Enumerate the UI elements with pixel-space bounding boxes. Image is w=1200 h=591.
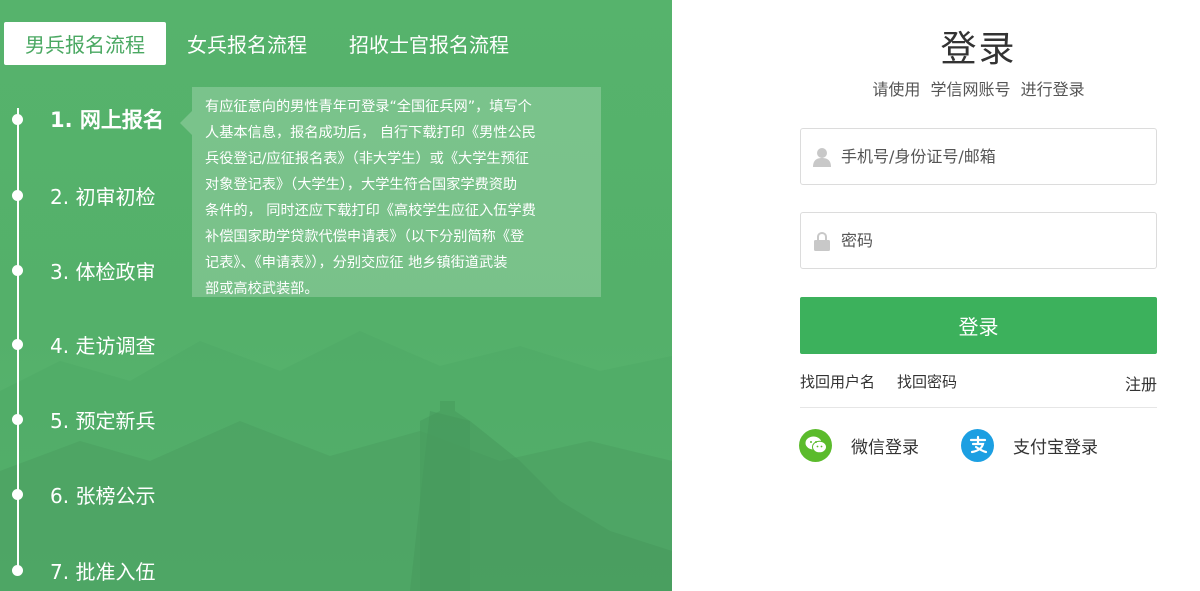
wechat-icon bbox=[799, 428, 832, 462]
tooltip-line: 有应征意向的男性青年可登录“全国征兵网”，填写个 bbox=[205, 99, 532, 115]
tooltip-line: 对象登记表》（大学生），大学生符合国家学费资助 bbox=[205, 177, 518, 193]
lock-icon bbox=[813, 230, 831, 252]
process-tabs: 男兵报名流程 女兵报名流程 招收士官报名流程 bbox=[4, 22, 530, 65]
login-subtitle: 请使用 学信网账号 进行登录 bbox=[872, 80, 1085, 99]
password-input[interactable] bbox=[841, 231, 1141, 250]
tooltip-line: 兵役登记/应征报名表》（非大学生）或《大学生预征 bbox=[205, 151, 529, 167]
step-label: 2. 初审初检 bbox=[50, 184, 156, 209]
user-icon bbox=[813, 146, 831, 168]
register-link[interactable]: 注册 bbox=[1125, 371, 1157, 395]
step-dot bbox=[12, 565, 23, 576]
step-label: 5. 预定新兵 bbox=[50, 408, 156, 433]
tooltip-line: 部或高校武装部。 bbox=[205, 281, 319, 297]
divider bbox=[800, 407, 1157, 408]
tooltip-line: 补偿国家助学贷款代偿申请表》（以下分别简称《登 bbox=[205, 229, 525, 245]
process-panel: 男兵报名流程 女兵报名流程 招收士官报名流程 1. 网上报名 2. 初审初检 3… bbox=[0, 0, 672, 591]
tab-female-process[interactable]: 女兵报名流程 bbox=[166, 22, 328, 65]
step-dot bbox=[12, 489, 23, 500]
step-dot bbox=[12, 265, 23, 276]
login-title: 登录 bbox=[940, 29, 1017, 70]
alipay-login-label: 支付宝登录 bbox=[1013, 437, 1098, 458]
step-dot bbox=[12, 114, 23, 125]
step-label: 3. 体检政审 bbox=[50, 259, 156, 284]
tooltip-line: 记表》、《申请表》），分别交应征 地乡镇街道武装 bbox=[205, 255, 508, 271]
find-password-link[interactable]: 找回密码 bbox=[897, 371, 957, 392]
step-dot bbox=[12, 414, 23, 425]
step-description-tooltip: 有应征意向的男性青年可登录“全国征兵网”，填写个 人基本信息，报名成功后， 自行… bbox=[180, 87, 601, 297]
username-input[interactable] bbox=[841, 147, 1141, 166]
wechat-login-button[interactable]: 微信登录 bbox=[799, 428, 919, 462]
tooltip-line: 人基本信息，报名成功后， 自行下载打印《男性公民 bbox=[205, 125, 536, 141]
step-label: 7. 批准入伍 bbox=[50, 559, 156, 584]
login-button[interactable]: 登录 bbox=[800, 297, 1157, 354]
step-label: 4. 走访调查 bbox=[50, 333, 156, 358]
tooltip-line: 条件的， 同时还应下载打印《高校学生应征入伍学费 bbox=[205, 203, 536, 219]
alipay-icon bbox=[961, 428, 994, 462]
alipay-login-button[interactable]: 支付宝登录 bbox=[961, 428, 1098, 462]
wechat-login-label: 微信登录 bbox=[851, 437, 919, 458]
account-links: 找回用户名 找回密码 注册 bbox=[800, 371, 1157, 395]
step-label: 1. 网上报名 bbox=[50, 108, 164, 132]
step-dot bbox=[12, 339, 23, 350]
username-field[interactable] bbox=[800, 128, 1157, 185]
step-label: 6. 张榜公示 bbox=[50, 483, 156, 508]
password-field[interactable] bbox=[800, 212, 1157, 269]
tab-nco-process[interactable]: 招收士官报名流程 bbox=[328, 22, 530, 65]
tab-male-process[interactable]: 男兵报名流程 bbox=[4, 22, 166, 65]
step-dot bbox=[12, 190, 23, 201]
find-username-link[interactable]: 找回用户名 bbox=[800, 371, 875, 392]
